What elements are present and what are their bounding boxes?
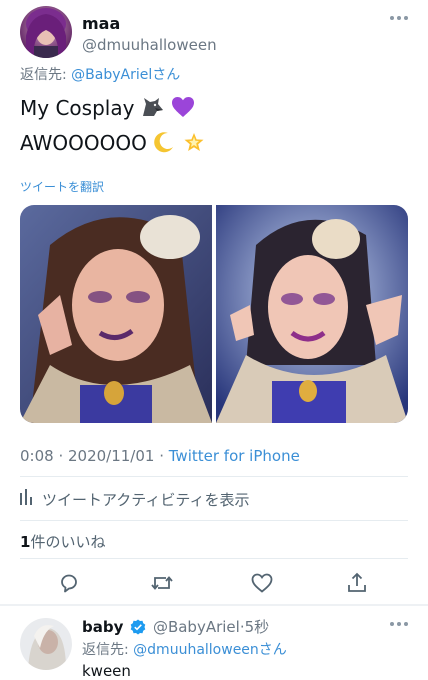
reply-header: baby @BabyAriel·5秒 — [82, 616, 269, 639]
tweet-timestamp-line: 0:08 · 2020/11/01 · Twitter for iPhone — [20, 447, 300, 465]
reply-author-name[interactable]: baby — [82, 618, 123, 636]
like-icon[interactable] — [247, 568, 277, 598]
cosplay-photo-1[interactable] — [20, 205, 212, 423]
divider — [20, 558, 408, 559]
reply-to-line: 返信先: @BabyArielさん — [20, 64, 180, 84]
tweet-time: 0:08 · 2020/11/01 · — [20, 447, 169, 465]
divider — [20, 520, 408, 521]
reply-more-icon[interactable] — [390, 622, 408, 628]
tweet-text-line-2-text: AWOOOOOO — [20, 131, 147, 155]
purple-heart-emoji-icon — [171, 95, 195, 127]
translate-tweet-link[interactable]: ツイートを翻訳 — [20, 178, 104, 195]
reply-tweet[interactable]: baby @BabyAriel·5秒 返信先: @dmuuhalloweenさん… — [20, 614, 412, 680]
author-avatar[interactable] — [20, 6, 72, 58]
verified-icon — [130, 619, 146, 639]
glowing-star-emoji-icon — [182, 130, 206, 162]
reply-time: ·5秒 — [239, 618, 270, 636]
tweet-header: maa @dmuuhalloween — [20, 6, 412, 60]
tweet-text: My Cosplay AWOOOOOO — [20, 92, 206, 162]
tweet-media — [20, 205, 408, 423]
author-handle[interactable]: @dmuuhalloween — [82, 36, 217, 54]
tweet-text-line-2: AWOOOOOO — [20, 127, 206, 162]
reply-author-handle[interactable]: @BabyAriel — [153, 618, 240, 636]
reply-suffix: さん — [152, 67, 181, 83]
wolf-emoji-icon — [141, 95, 165, 127]
tweet-text-line-1: My Cosplay — [20, 92, 206, 127]
tweet-source-link[interactable]: Twitter for iPhone — [169, 447, 300, 465]
crescent-moon-emoji-icon — [153, 130, 175, 162]
activity-label: ツイートアクティビティを表示 — [42, 490, 250, 509]
share-icon[interactable] — [342, 568, 372, 598]
divider — [20, 476, 408, 477]
reply-to-handle-link[interactable]: @BabyAriel — [71, 67, 152, 83]
reply-author-avatar[interactable] — [20, 618, 72, 670]
bar-chart-icon — [20, 489, 42, 509]
reply-icon[interactable] — [54, 568, 84, 598]
reply-prefix: 返信先: — [20, 67, 72, 83]
reply-to-line: 返信先: @dmuuhalloweenさん — [82, 639, 287, 659]
reply-text: kween — [82, 662, 131, 680]
reply-prefix: 返信先: — [82, 642, 134, 658]
tweet-action-bar — [20, 568, 408, 598]
section-divider — [0, 604, 428, 606]
like-label: 件のいいね — [30, 533, 106, 551]
like-count: 1 — [20, 533, 31, 551]
reply-suffix: さん — [258, 642, 287, 658]
retweet-icon[interactable] — [147, 568, 177, 598]
tweet-text-line-1-text: My Cosplay — [20, 96, 135, 120]
reply-to-handle-link[interactable]: @dmuuhalloween — [133, 642, 259, 658]
more-icon[interactable] — [390, 16, 408, 22]
author-name[interactable]: maa — [82, 14, 120, 33]
tweet-activity-button[interactable]: ツイートアクティビティを表示 — [20, 484, 249, 514]
like-count-line[interactable]: 1件のいいね — [20, 531, 105, 552]
cosplay-photo-2[interactable] — [216, 205, 408, 423]
